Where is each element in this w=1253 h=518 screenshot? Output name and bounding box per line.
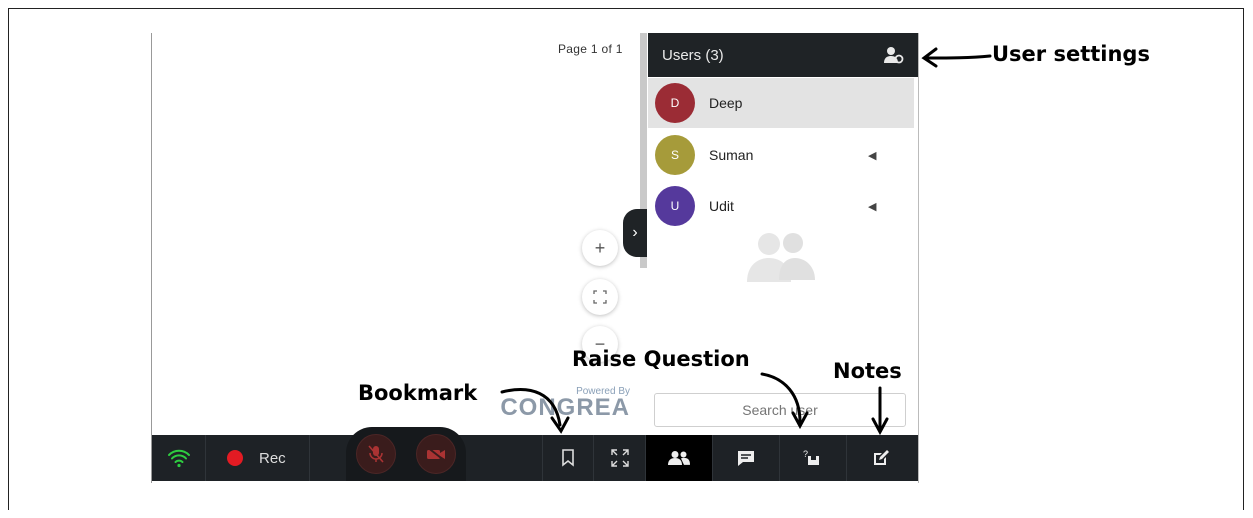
annotation-bookmark: Bookmark	[358, 381, 478, 405]
annotation-arrows	[500, 47, 992, 436]
annotation-raise-question: Raise Question	[572, 347, 750, 371]
annotation-notes: Notes	[833, 359, 902, 383]
annotation-user-settings: User settings	[992, 42, 1150, 66]
